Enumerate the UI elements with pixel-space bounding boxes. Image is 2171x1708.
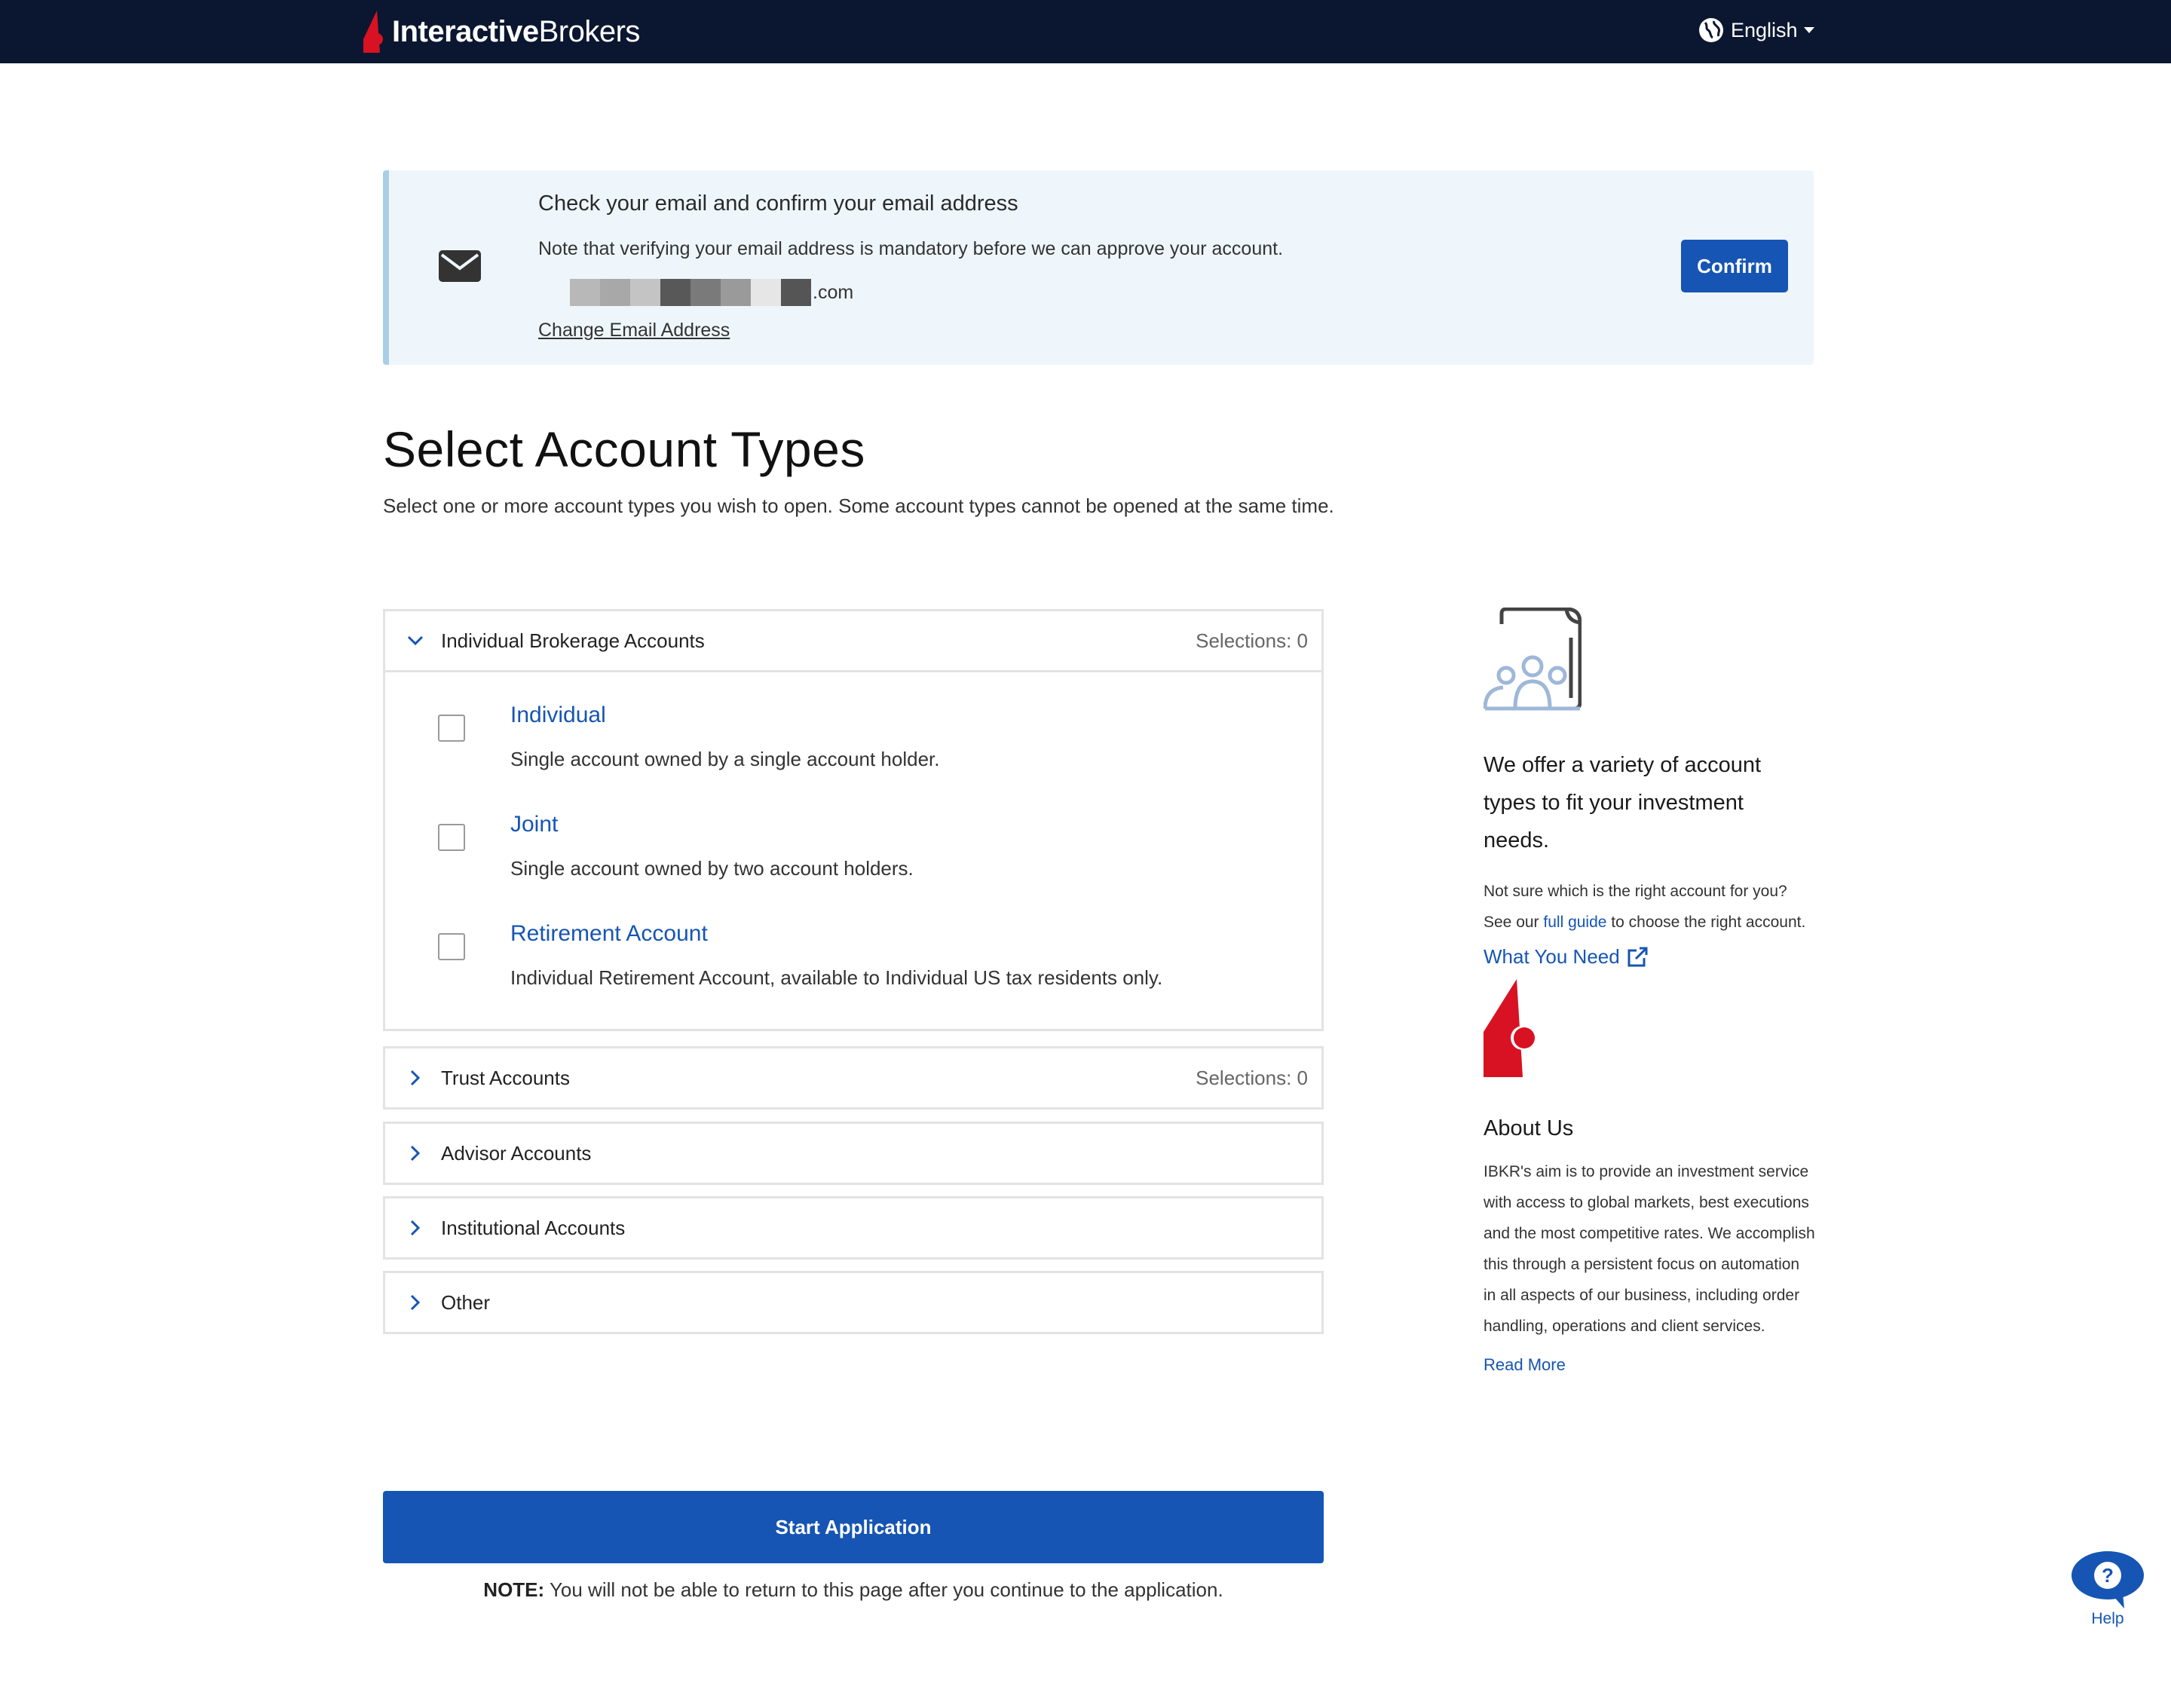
top-navbar: InteractiveBrokers English [0, 0, 2171, 63]
banner-title: Check your email and confirm your email … [538, 191, 1018, 216]
chevron-down-icon [1803, 27, 1814, 33]
chevron-down-icon [407, 635, 424, 646]
help-label: Help [2091, 1610, 2124, 1627]
chevron-right-icon [410, 1145, 421, 1162]
envelope-icon [439, 250, 481, 282]
chevron-right-icon [410, 1070, 421, 1086]
what-you-need-link[interactable]: What You Need [1484, 945, 1815, 969]
accordion-header-advisor[interactable]: Advisor Accounts [385, 1124, 1321, 1183]
help-button[interactable]: ? Help [2070, 1550, 2145, 1628]
email-suffix: .com [813, 281, 854, 303]
option-title-joint[interactable]: Joint [510, 812, 558, 837]
option-title-retirement[interactable]: Retirement Account [510, 921, 708, 947]
accordion-header-trust[interactable]: Trust Accounts Selections: 0 [385, 1048, 1321, 1107]
accordion-institutional: Institutional Accounts [383, 1196, 1324, 1260]
accordion-trust: Trust Accounts Selections: 0 [383, 1046, 1324, 1110]
about-title: About Us [1484, 1116, 1574, 1140]
option-individual: Individual Single account owned by a sin… [385, 702, 1321, 793]
confirm-button[interactable]: Confirm [1681, 240, 1788, 292]
ibkr-logo[interactable]: InteractiveBrokers [362, 9, 640, 54]
accordion-body-individual-brokerage: Individual Single account owned by a sin… [385, 670, 1321, 1029]
retirement-checkbox[interactable] [438, 933, 465, 960]
accordion-header-other[interactable]: Other [385, 1273, 1321, 1332]
accordion-label: Advisor Accounts [441, 1141, 592, 1165]
masked-email: .com [570, 279, 853, 306]
option-desc-retirement: Individual Retirement Account, available… [510, 966, 1163, 989]
accordion-advisor: Advisor Accounts [383, 1122, 1324, 1185]
what-you-need-label: What You Need [1484, 945, 1620, 968]
selections-count: Selections: 0 [1196, 629, 1308, 652]
start-note: NOTE: You will not be able to return to … [383, 1578, 1324, 1602]
language-label: English [1731, 18, 1798, 41]
sidebar-heading: We offer a variety of account types to f… [1484, 753, 1762, 852]
accordion-individual-brokerage: Individual Brokerage Accounts Selections… [383, 609, 1324, 1031]
note-text: You will not be able to return to this p… [544, 1578, 1223, 1601]
option-desc-individual: Single account owned by a single account… [510, 748, 940, 770]
ibkr-logo-mark-icon [363, 11, 383, 53]
guide-post: to choose the right account. [1606, 914, 1806, 931]
language-selector[interactable]: English [1698, 14, 1814, 47]
accordion-other: Other [383, 1271, 1324, 1334]
accordion-header-institutional[interactable]: Institutional Accounts [385, 1198, 1321, 1257]
note-label: NOTE: [483, 1578, 545, 1601]
option-desc-joint: Single account owned by two account hold… [510, 857, 914, 880]
page-subtitle: Select one or more account types you wis… [383, 494, 1334, 517]
full-guide-link[interactable]: full guide [1543, 914, 1606, 931]
about-text: IBKR's aim is to provide an investment s… [1484, 1163, 1815, 1335]
account-holders-document-icon [1484, 608, 1582, 711]
external-link-icon [1627, 947, 1648, 966]
email-confirm-banner: Check your email and confirm your email … [383, 170, 1814, 365]
accordion-label: Institutional Accounts [441, 1216, 626, 1239]
accordion-label: Individual Brokerage Accounts [441, 629, 705, 652]
page-title: Select Account Types [383, 421, 865, 477]
ibkr-logo-text: InteractiveBrokers [392, 14, 640, 48]
joint-checkbox[interactable] [438, 824, 465, 851]
accordion-header-individual-brokerage[interactable]: Individual Brokerage Accounts Selections… [385, 611, 1321, 670]
chevron-right-icon [410, 1220, 421, 1236]
ibkr-brand-mark-icon [1484, 979, 1535, 1077]
guide-text: Not sure which is the right account for … [1484, 876, 1815, 938]
selections-count: Selections: 0 [1196, 1066, 1308, 1089]
globe-icon [1699, 18, 1723, 42]
svg-text:?: ? [2102, 1564, 2114, 1587]
accordion-label: Trust Accounts [441, 1066, 570, 1089]
question-chat-icon: ? [2071, 1551, 2144, 1609]
sidebar: We offer a variety of account types to f… [1484, 608, 1815, 1375]
chevron-right-icon [410, 1294, 421, 1311]
banner-note: Note that verifying your email address i… [538, 238, 1284, 259]
accordion-label: Other [441, 1290, 491, 1314]
option-joint: Joint Single account owned by two accoun… [385, 812, 1321, 902]
change-email-link[interactable]: Change Email Address [538, 320, 730, 341]
individual-checkbox[interactable] [438, 715, 465, 742]
start-application-button[interactable]: Start Application [383, 1491, 1324, 1563]
option-title-individual[interactable]: Individual [510, 702, 606, 728]
option-retirement: Retirement Account Individual Retirement… [385, 921, 1321, 1012]
email-redaction [570, 279, 811, 306]
read-more-link[interactable]: Read More [1484, 1355, 1815, 1375]
